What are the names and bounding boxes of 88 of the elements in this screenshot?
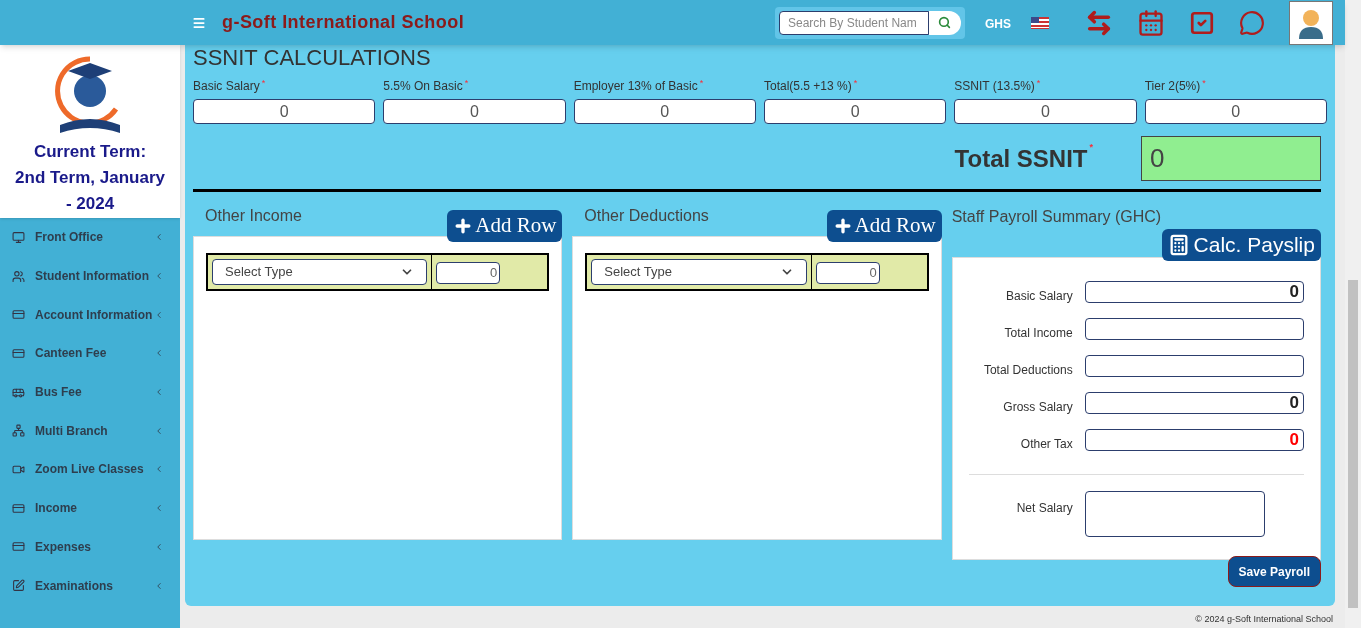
card-icon bbox=[12, 346, 25, 360]
users-icon bbox=[12, 269, 25, 283]
chevron-left-icon bbox=[154, 309, 164, 320]
amount-field[interactable]: 0 bbox=[954, 99, 1137, 124]
type-select[interactable]: Select Type bbox=[591, 259, 807, 285]
net-salary-field[interactable] bbox=[1084, 491, 1265, 537]
required-mark: * bbox=[1036, 78, 1041, 88]
field-label: SSNIT (13.5%) bbox=[954, 79, 1035, 93]
sidebar-item[interactable]: Zoom Live Classes bbox=[0, 450, 180, 489]
chevron-left-icon bbox=[154, 271, 164, 282]
field-label: Tier 2(5%) bbox=[1144, 79, 1201, 93]
summary-label: Other Tax bbox=[1019, 435, 1074, 453]
summary-field[interactable] bbox=[1084, 355, 1304, 377]
field-label: 5.5% On Basic bbox=[383, 79, 463, 93]
summary-field[interactable] bbox=[1084, 318, 1304, 341]
chat-icon[interactable] bbox=[1239, 9, 1265, 36]
section-title: Other Deductions bbox=[584, 206, 709, 226]
field-label: Employer 13% of Basic bbox=[573, 79, 698, 93]
chevron-left-icon bbox=[154, 503, 164, 514]
add-row-button[interactable]: Add Row bbox=[826, 210, 942, 242]
required-mark: * bbox=[1202, 78, 1206, 88]
required-mark: * bbox=[261, 78, 266, 88]
search-icon[interactable] bbox=[938, 16, 952, 29]
total-ssnit-field[interactable]: 0 bbox=[1141, 136, 1321, 181]
card-icon bbox=[12, 308, 25, 322]
amount-field[interactable]: 0 bbox=[193, 99, 376, 124]
amount-field[interactable]: 0 bbox=[815, 261, 880, 284]
monitor-icon bbox=[12, 230, 25, 244]
page-heading: SSNIT CALCULATIONS bbox=[193, 47, 432, 69]
amount-field[interactable]: 0 bbox=[1144, 99, 1327, 124]
summary-label: Total Income bbox=[1003, 325, 1074, 343]
edit-icon bbox=[12, 579, 25, 593]
card-icon bbox=[12, 540, 25, 554]
required-mark: * bbox=[1089, 141, 1093, 152]
summary-label: Total Deductions bbox=[982, 362, 1074, 379]
required-mark: * bbox=[699, 78, 704, 88]
school-title: g-Soft International School bbox=[222, 11, 465, 34]
add-row-button[interactable]: Add Row bbox=[447, 210, 563, 242]
sidebar-item[interactable]: Expenses bbox=[0, 527, 180, 567]
summary-field[interactable]: 0 bbox=[1084, 281, 1304, 304]
card-icon bbox=[12, 501, 25, 515]
amount-field[interactable]: 0 bbox=[436, 261, 501, 284]
menu-icon[interactable] bbox=[192, 15, 206, 30]
field-label: Total(5.5 +13 %) bbox=[764, 79, 852, 93]
summary-label: Basic Salary bbox=[1004, 288, 1074, 306]
field-label: Basic Salary bbox=[193, 79, 260, 93]
summary-label: Gross Salary bbox=[1002, 398, 1074, 416]
current-term: 2nd Term, January - 2024 bbox=[14, 166, 166, 215]
save-payroll-button[interactable]: Save Payroll bbox=[1227, 556, 1321, 587]
copyright-text: © 2024 g-Soft International School bbox=[1195, 612, 1333, 626]
summary-label: Net Salary bbox=[1015, 500, 1074, 517]
hierarchy-icon bbox=[12, 424, 25, 438]
amount-field[interactable]: 0 bbox=[573, 99, 756, 124]
sidebar-item[interactable]: Front Office bbox=[0, 218, 180, 257]
chevron-left-icon bbox=[154, 232, 164, 243]
term-label: Current Term: bbox=[33, 141, 147, 163]
amount-field[interactable]: 0 bbox=[383, 99, 566, 124]
amount-field[interactable]: 0 bbox=[764, 99, 947, 124]
sidebar-item[interactable]: Student Information bbox=[0, 256, 180, 296]
chevron-left-icon bbox=[154, 387, 164, 398]
summary-field[interactable]: 0 bbox=[1084, 391, 1304, 414]
search-field[interactable]: Search By Student Nam bbox=[775, 6, 965, 39]
required-mark: * bbox=[853, 78, 858, 88]
section-title: Staff Payroll Summary (GHC) bbox=[951, 207, 1163, 227]
swap-arrows-icon[interactable] bbox=[1085, 8, 1113, 37]
scrollbar[interactable] bbox=[1345, 0, 1361, 628]
sidebar-item[interactable]: Account Information bbox=[0, 295, 180, 335]
sidebar-item[interactable]: Multi Branch bbox=[0, 411, 180, 451]
chevron-left-icon bbox=[154, 348, 164, 359]
currency-label: GHS bbox=[985, 16, 1011, 33]
chevron-left-icon bbox=[154, 425, 164, 436]
calendar-icon[interactable] bbox=[1137, 8, 1165, 37]
chevron-left-icon bbox=[154, 464, 164, 475]
sidebar-item[interactable]: Bus Fee bbox=[0, 372, 180, 412]
required-mark: * bbox=[464, 78, 469, 88]
user-avatar[interactable] bbox=[1289, 0, 1333, 45]
sidebar-item[interactable]: Income bbox=[0, 488, 180, 528]
sidebar-item[interactable]: Canteen Fee bbox=[0, 334, 180, 373]
flag-icon[interactable] bbox=[1031, 17, 1049, 29]
type-select[interactable]: Select Type bbox=[212, 259, 428, 285]
total-ssnit-label: Total SSNIT bbox=[954, 144, 1088, 172]
checkbox-icon[interactable] bbox=[1189, 9, 1215, 36]
chevron-left-icon bbox=[154, 580, 164, 591]
chevron-left-icon bbox=[154, 541, 164, 552]
summary-field[interactable]: 0 bbox=[1084, 428, 1304, 451]
section-title: Other Income bbox=[205, 206, 302, 226]
sidebar-item[interactable]: Examinations bbox=[0, 566, 180, 605]
calc-payslip-button[interactable]: Calc. Payslip bbox=[1161, 229, 1321, 261]
